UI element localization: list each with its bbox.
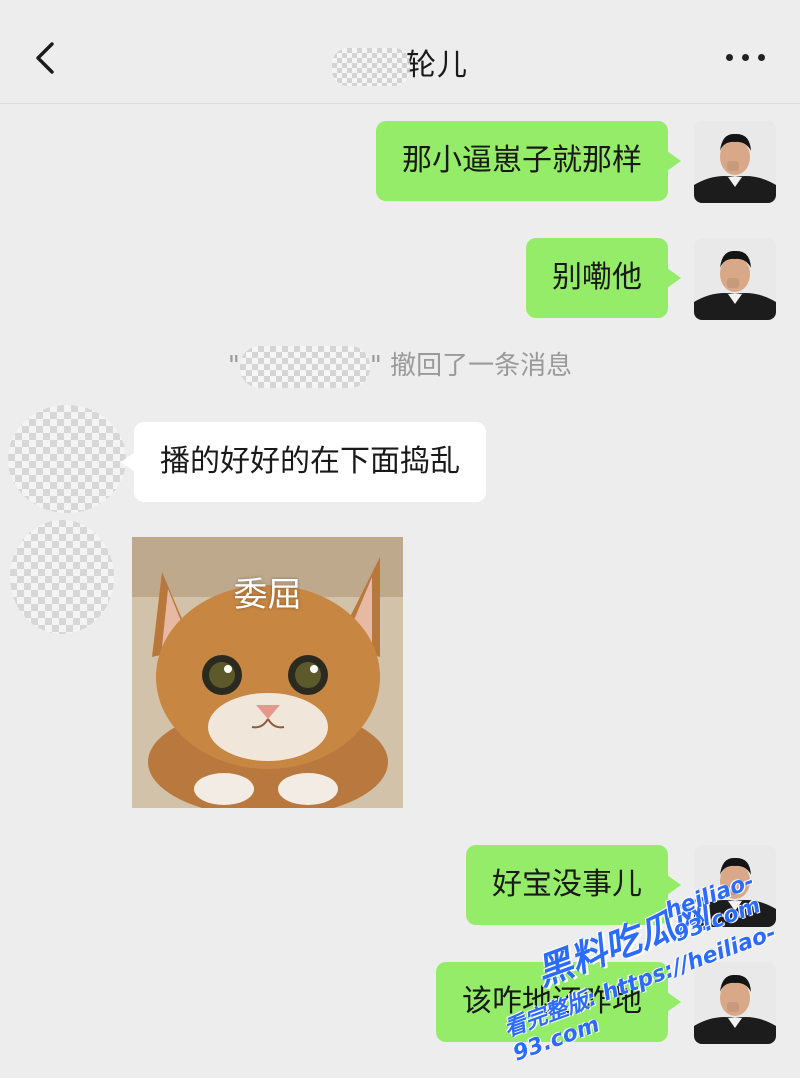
- redacted-name: [239, 345, 370, 388]
- contact-avatar[interactable]: [10, 520, 114, 634]
- outgoing-message[interactable]: 那小逼崽子就那样: [376, 121, 681, 201]
- outgoing-message[interactable]: 别嘞他: [526, 238, 681, 318]
- my-avatar[interactable]: [694, 845, 776, 927]
- recall-notice: " " 撤回了一条消息: [0, 345, 800, 388]
- sticker-caption: 委屈: [233, 575, 302, 615]
- ellipsis-icon[interactable]: [726, 52, 766, 64]
- chat-title: 轮儿: [0, 40, 800, 86]
- chat-header: 轮儿: [0, 0, 800, 104]
- outgoing-message[interactable]: 好宝没事儿: [466, 845, 681, 925]
- my-avatar[interactable]: [694, 121, 776, 203]
- my-avatar[interactable]: [694, 962, 776, 1044]
- my-avatar[interactable]: [694, 238, 776, 320]
- redacted-name: [332, 47, 410, 86]
- outgoing-message[interactable]: 该咋地还咋地: [436, 962, 681, 1042]
- incoming-message[interactable]: 播的好好的在下面捣乱: [121, 422, 486, 502]
- contact-avatar[interactable]: [8, 405, 126, 513]
- cat-sticker-image[interactable]: 委屈: [132, 537, 403, 808]
